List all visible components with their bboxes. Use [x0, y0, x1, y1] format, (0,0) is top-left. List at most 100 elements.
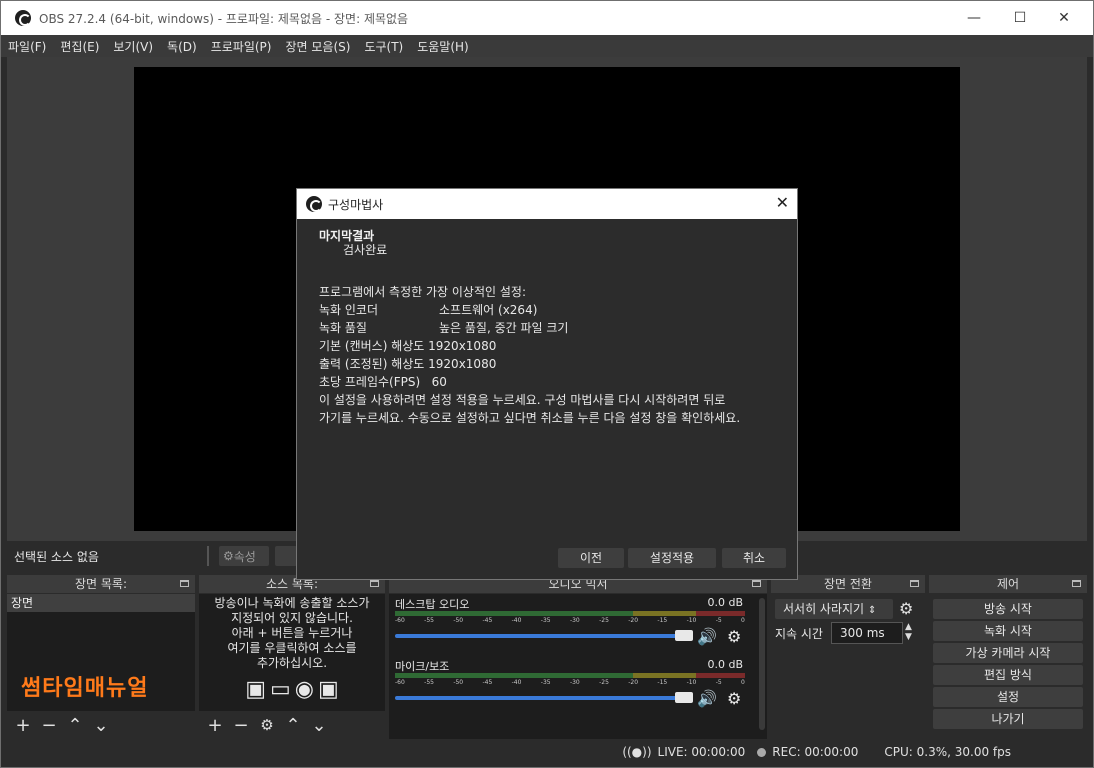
duration-spinner[interactable]: ▲ ▼ — [905, 622, 912, 642]
result-value: 60 — [431, 375, 447, 389]
menu-scene-collection[interactable]: 장면 모음(S) — [278, 38, 357, 55]
tick: -55 — [424, 617, 434, 624]
undock-icon[interactable] — [752, 580, 761, 587]
source-type-icons: ▣ ▭ ◉ ▣ — [199, 677, 385, 702]
tick: -15 — [657, 617, 668, 624]
result-value: 소프트웨어 (x264) — [439, 303, 538, 317]
speaker-icon[interactable]: 🔊 — [697, 627, 717, 646]
speaker-icon[interactable]: 🔊 — [697, 689, 717, 708]
volume-slider[interactable] — [395, 634, 685, 638]
gear-icon[interactable]: ⚙ — [727, 689, 741, 708]
sources-help-text: 방송이나 녹화에 송출할 소스가 지정되어 있지 않습니다. 아래 + 버튼을 … — [199, 594, 385, 671]
move-down-icon[interactable]: ⌄ — [309, 715, 329, 736]
close-icon[interactable]: ✕ — [1041, 1, 1087, 35]
transitions-dock: 장면 전환 서서히 사라지기 ⇕ ⚙ 지속 시간 300 ms ▲ ▼ — [771, 575, 925, 739]
volume-slider[interactable] — [395, 696, 685, 700]
result-value: 1920x1080 — [428, 339, 497, 353]
tick: -55 — [424, 679, 434, 686]
mixer-channel-desktop: 데스크탑 오디오 0.0 dB -60 -55 -50 -45 -40 -35 -30 -25… — [395, 596, 751, 658]
dialog-subheading: 검사완료 — [343, 243, 388, 257]
back-button[interactable]: 이전 — [558, 548, 624, 568]
obs-main-window: OBS 27.2.4 (64-bit, windows) - 프로파일: 제목없… — [0, 0, 1094, 768]
menu-tools[interactable]: 도구(T) — [357, 38, 410, 55]
transition-select[interactable]: 서서히 사라지기 ⇕ — [775, 599, 893, 619]
scenes-header: 장면 목록: — [7, 575, 195, 593]
tick: -5 — [715, 617, 722, 624]
result-row: 녹화 품질 높은 품질, 중간 파일 크기 — [319, 319, 740, 337]
tick: -40 — [511, 617, 522, 624]
transition-selected-value: 서서히 사라지기 — [783, 602, 865, 616]
result-key: 기본 (캔버스) 해상도 — [319, 339, 425, 353]
undock-icon[interactable] — [180, 580, 189, 587]
obs-logo-icon — [306, 196, 322, 212]
gear-icon[interactable]: ⚙ — [899, 599, 913, 618]
add-icon[interactable]: + — [13, 715, 33, 736]
meter-ticks: -60 -55 -50 -45 -40 -35 -30 -25 -20 -15 -10 -5 0 — [395, 679, 745, 686]
no-source-selected-label: 선택된 소스 없음 — [14, 549, 99, 564]
cancel-button[interactable]: 취소 — [722, 548, 786, 568]
mixer-scrollbar[interactable] — [757, 594, 767, 739]
start-recording-button[interactable]: 녹화 시작 — [933, 621, 1083, 641]
result-key: 녹화 인코더 — [319, 303, 379, 317]
undock-icon[interactable] — [1072, 580, 1081, 587]
title-bar: OBS 27.2.4 (64-bit, windows) - 프로파일: 제목없… — [1, 1, 1093, 35]
apply-settings-button[interactable]: 설정적용 — [628, 548, 716, 568]
move-down-icon[interactable]: ⌄ — [91, 715, 111, 736]
studio-mode-button[interactable]: 편집 방식 — [933, 665, 1083, 685]
duration-input[interactable]: 300 ms — [831, 622, 903, 644]
help-line: 지정되어 있지 않습니다. — [231, 611, 353, 625]
move-up-icon[interactable]: ⌃ — [65, 715, 85, 736]
minimize-icon[interactable]: — — [951, 1, 997, 35]
undock-icon[interactable] — [370, 580, 379, 587]
start-streaming-button[interactable]: 방송 시작 — [933, 599, 1083, 619]
cpu-status: CPU: 0.3%, 30.00 fps — [884, 745, 1011, 759]
result-key: 초당 프레임수(FPS) — [319, 375, 421, 389]
mixer-channel-mic: 마이크/보조 0.0 dB -60 -55 -50 -45 -40 -35 -30 -25 -2… — [395, 658, 751, 720]
volume-slider-handle[interactable] — [675, 630, 693, 641]
controls-title: 제어 — [996, 577, 1020, 591]
move-up-icon[interactable]: ⌃ — [283, 715, 303, 736]
menu-file[interactable]: 파일(F) — [1, 38, 53, 55]
camera-icon: ▣ — [318, 677, 339, 702]
scenes-toolbar: + − ⌃ ⌄ — [7, 711, 195, 739]
rec-dot-icon — [757, 747, 767, 757]
scene-item[interactable]: 장면 — [7, 594, 195, 612]
controls-header: 제어 — [929, 575, 1087, 593]
result-key: 출력 (조정된) 해상도 — [319, 357, 425, 371]
volume-slider-handle[interactable] — [675, 692, 693, 703]
tick: -20 — [628, 617, 639, 624]
start-virtual-camera-button[interactable]: 가상 카메라 시작 — [933, 643, 1083, 663]
dialog-results: 프로그램에서 측정한 가장 이상적인 설정: 녹화 인코더 소프트웨어 (x264… — [319, 283, 740, 427]
result-row: 기본 (캔버스) 해상도 1920x1080 — [319, 337, 740, 355]
menu-view[interactable]: 보기(V) — [106, 38, 160, 55]
close-icon[interactable]: ✕ — [776, 193, 789, 212]
sources-toolbar: + − ⚙ ⌃ ⌄ — [199, 711, 385, 739]
gear-icon[interactable]: ⚙ — [727, 627, 741, 646]
gear-icon[interactable]: ⚙ — [257, 716, 277, 734]
undock-icon[interactable] — [910, 580, 919, 587]
sources-list[interactable]: 방송이나 녹화에 송출할 소스가 지정되어 있지 않습니다. 아래 + 버튼을 … — [199, 594, 385, 711]
dialog-title: 구성마법사 — [328, 197, 384, 212]
maximize-icon[interactable]: ☐ — [997, 1, 1043, 35]
status-bar: ((●)) LIVE: 00:00:00 REC: 00:00:00 CPU: … — [7, 741, 1087, 763]
properties-button[interactable]: ⚙ 속성 — [219, 546, 269, 566]
remove-icon[interactable]: − — [231, 715, 251, 736]
menu-edit[interactable]: 편집(E) — [53, 38, 106, 55]
level-meter — [395, 673, 745, 678]
filters-button[interactable] — [275, 546, 297, 566]
toolbar-divider — [207, 546, 209, 566]
channel-db: 0.0 dB — [707, 596, 743, 609]
scrollbar-thumb[interactable] — [759, 598, 765, 730]
settings-button[interactable]: 설정 — [933, 687, 1083, 707]
menu-profile[interactable]: 프로파일(P) — [204, 38, 279, 55]
tick: -30 — [569, 617, 580, 624]
transitions-title: 장면 전환 — [824, 577, 872, 591]
exit-button[interactable]: 나가기 — [933, 709, 1083, 729]
remove-icon[interactable]: − — [39, 715, 59, 736]
tick: -40 — [511, 679, 522, 686]
menu-docks[interactable]: 독(D) — [160, 38, 204, 55]
add-icon[interactable]: + — [205, 715, 225, 736]
menu-help[interactable]: 도움말(H) — [410, 38, 476, 55]
channel-name: 데스크탑 오디오 — [395, 598, 470, 611]
audio-mixer-dock: 오디오 믹서 데스크탑 오디오 0.0 dB -60 -55 -50 -45 -40 -3… — [389, 575, 767, 739]
